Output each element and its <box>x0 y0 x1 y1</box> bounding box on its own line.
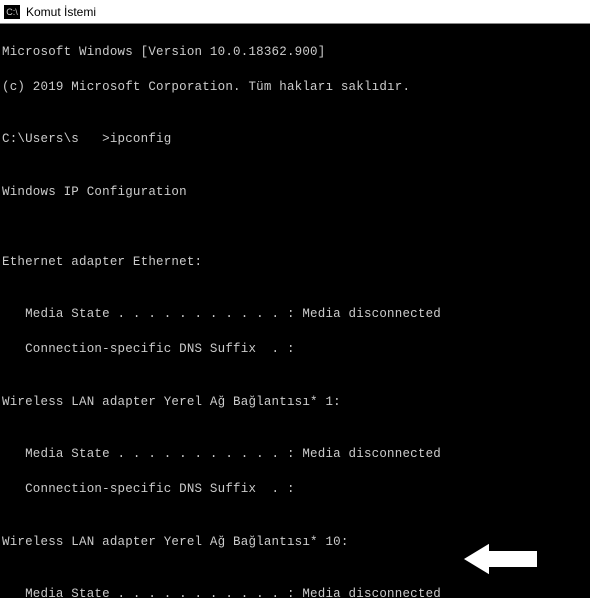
cmd-icon: C:\ <box>4 5 20 19</box>
prompt-prefix: C:\Users\s <box>2 132 79 146</box>
ipconfig-header: Windows IP Configuration <box>2 184 588 202</box>
adapter-wlan1-title: Wireless LAN adapter Yerel Ağ Bağlantısı… <box>2 394 588 412</box>
adapter-ethernet-dns: Connection-specific DNS Suffix . : <box>2 341 588 359</box>
annotation-arrow-icon <box>460 542 540 576</box>
prompt-suffix: >ipconfig <box>102 132 171 146</box>
window-title: Komut İstemi <box>26 5 96 19</box>
cmd-icon-label: C:\ <box>6 7 18 17</box>
version-line: Microsoft Windows [Version 10.0.18362.90… <box>2 44 588 62</box>
adapter-wlan1-media: Media State . . . . . . . . . . . : Medi… <box>2 446 588 464</box>
adapter-wlan10-media: Media State . . . . . . . . . . . : Medi… <box>2 586 588 598</box>
adapter-wlan1-dns: Connection-specific DNS Suffix . : <box>2 481 588 499</box>
adapter-ethernet-media: Media State . . . . . . . . . . . : Medi… <box>2 306 588 324</box>
prompt-line: C:\Users\s███>ipconfig <box>2 131 588 149</box>
copyright-line: (c) 2019 Microsoft Corporation. Tüm hakl… <box>2 79 588 97</box>
adapter-ethernet-title: Ethernet adapter Ethernet: <box>2 254 588 272</box>
terminal-output[interactable]: Microsoft Windows [Version 10.0.18362.90… <box>0 24 590 598</box>
command-prompt-window: C:\ Komut İstemi Microsoft Windows [Vers… <box>0 0 590 598</box>
titlebar[interactable]: C:\ Komut İstemi <box>0 0 590 24</box>
redacted-username: ███ <box>79 132 102 146</box>
